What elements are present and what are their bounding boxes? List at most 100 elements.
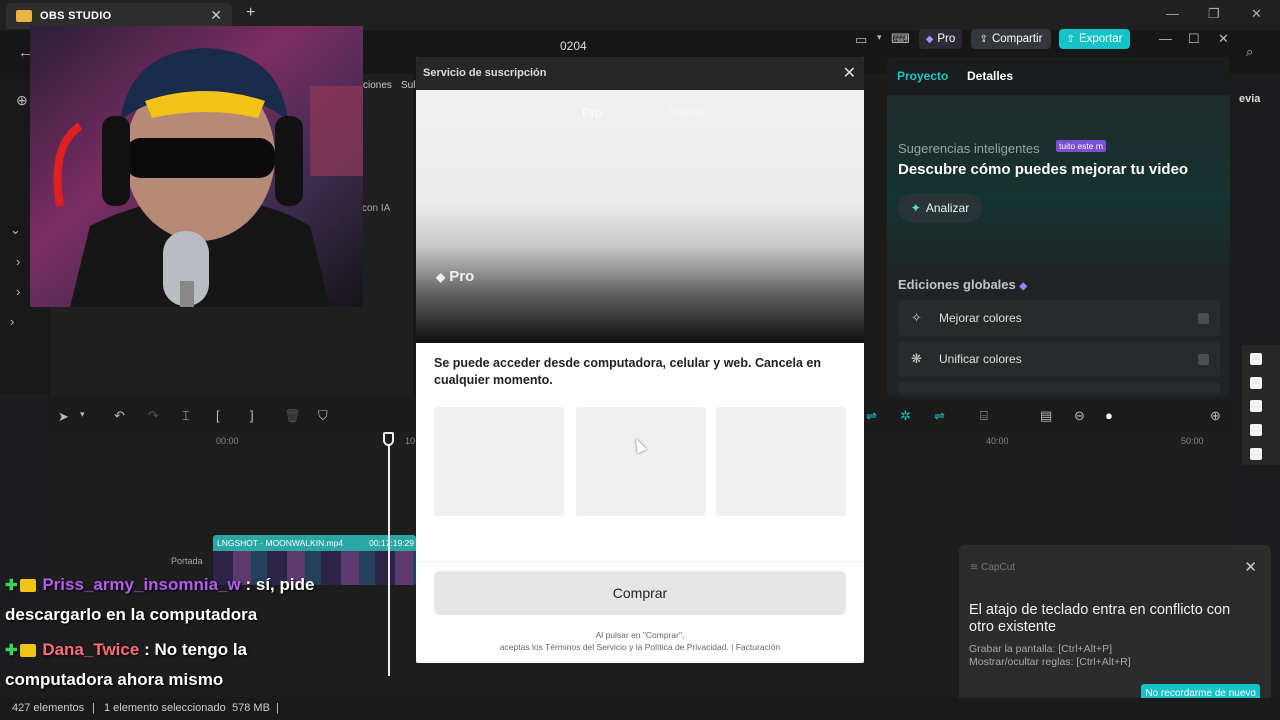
- cc-close-icon[interactable]: ✕: [1218, 31, 1229, 47]
- close-tab-icon[interactable]: ✕: [210, 7, 222, 24]
- close-window-icon[interactable]: ✕: [1251, 6, 1262, 22]
- diamond-icon: ◆: [436, 269, 446, 284]
- hero-tab-teams[interactable]: Teams: [666, 105, 704, 120]
- keyboard-icon[interactable]: ⌨: [891, 31, 910, 47]
- magnet-icon[interactable]: ✲: [900, 408, 911, 424]
- cc-minimize-icon[interactable]: —: [1159, 31, 1172, 46]
- diamond-icon: ◆: [1019, 281, 1028, 292]
- minimize-icon[interactable]: —: [1166, 6, 1179, 21]
- modal-title: Servicio de suscripción: [423, 67, 547, 79]
- zoom-out-icon[interactable]: ⊖: [1074, 408, 1085, 424]
- buy-button[interactable]: Comprar: [434, 571, 846, 615]
- diamond-icon: ◆: [925, 33, 934, 45]
- chat-text: : sí, pide: [245, 575, 315, 594]
- add-icon[interactable]: ⊕: [16, 92, 28, 109]
- ai-partial-label: con IA: [362, 203, 391, 214]
- shield-icon[interactable]: ⛉: [318, 408, 328, 424]
- stream-chat: ✚ Priss_army_insomnia_w : sí, pide desca…: [0, 570, 368, 695]
- ruler-tick: 00:00: [216, 436, 239, 446]
- close-icon[interactable]: ✕: [1244, 558, 1257, 576]
- modal-description: Se puede acceder desde computadora, celu…: [434, 356, 821, 387]
- webcam-feed: [30, 26, 363, 307]
- right-panel-tabs: Proyecto Detalles: [887, 57, 1230, 95]
- share-button[interactable]: ⇪ Compartir: [971, 29, 1051, 49]
- chat-message-continuation: descargarlo en la computadora: [5, 605, 258, 624]
- zoom-slider-icon[interactable]: ●: [1105, 408, 1113, 423]
- close-icon[interactable]: ✕: [843, 63, 856, 83]
- preview-axis-icon[interactable]: ⌸: [980, 408, 988, 424]
- track-toggle[interactable]: [1250, 377, 1262, 389]
- chat-text: : No tengo la: [144, 640, 248, 659]
- plan-option[interactable]: [576, 407, 706, 516]
- suggestions-title: Sugerencias inteligentes: [898, 141, 1040, 156]
- obs-tab-title: OBS STUDIO: [40, 10, 112, 22]
- trim-right-icon[interactable]: ]: [250, 408, 254, 423]
- search-icon[interactable]: ⌕: [1246, 44, 1253, 60]
- track-toggle[interactable]: [1250, 353, 1262, 365]
- split-icon[interactable]: ⌶: [182, 408, 190, 424]
- suggestions-heading: Descubre cómo puedes mejorar tu video: [898, 161, 1189, 178]
- toast-app-name: ≋ CapCut: [970, 562, 1015, 573]
- restore-icon[interactable]: ❐: [1208, 6, 1220, 22]
- edit-checkbox[interactable]: [1198, 354, 1209, 365]
- right-panel: Proyecto Detalles Sugerencias inteligent…: [887, 57, 1230, 397]
- zoom-in-icon[interactable]: ⊕: [1210, 408, 1221, 424]
- new-tab-button[interactable]: +: [246, 4, 255, 22]
- export-button[interactable]: ⇧ Exportar: [1059, 29, 1130, 49]
- redo-icon[interactable]: ↷: [148, 408, 159, 424]
- toast-heading: El atajo de teclado entra en conflicto c…: [969, 602, 1231, 635]
- items-count: 427 elementos: [12, 702, 85, 714]
- chat-username: Dana_Twice: [42, 640, 140, 659]
- snap-icon[interactable]: ⇌: [934, 408, 945, 424]
- select-cursor-icon[interactable]: ➤: [58, 409, 69, 425]
- cover-label[interactable]: Portada: [171, 556, 203, 566]
- toast-line: Grabar la pantalla: [Ctrl+Alt+P]: [969, 643, 1112, 655]
- edit-enhance-colors[interactable]: ✧ Mejorar colores: [898, 300, 1220, 336]
- pro-button[interactable]: ◆ Pro: [919, 29, 962, 49]
- chevron-down-icon[interactable]: ⌄: [10, 222, 21, 238]
- plan-option[interactable]: [434, 407, 564, 516]
- upload-icon: ⇧: [1066, 33, 1075, 45]
- track-toggles: [1242, 345, 1280, 465]
- track-toggle[interactable]: [1250, 424, 1262, 436]
- link-icon[interactable]: ⇌: [866, 408, 877, 424]
- crown-badge-icon: [19, 579, 36, 593]
- palette-icon: ❋: [911, 351, 922, 366]
- tab-partial-2[interactable]: Sul: [401, 80, 415, 91]
- delete-icon[interactable]: 🗑: [284, 408, 301, 424]
- partial-right-label: evia: [1239, 93, 1261, 105]
- tab-details[interactable]: Detalles: [967, 69, 1013, 83]
- tab-partial-1[interactable]: ciones: [363, 80, 392, 91]
- project-title: 0204: [560, 39, 587, 53]
- plan-option[interactable]: [716, 407, 846, 516]
- track-toggle[interactable]: [1250, 400, 1262, 412]
- edit-unify-colors[interactable]: ❋ Unificar colores: [898, 341, 1220, 377]
- chevron-right-icon[interactable]: ›: [16, 284, 20, 299]
- ruler-tick: 40:00: [986, 436, 1009, 446]
- magic-wand-icon: ✧: [911, 310, 922, 325]
- playhead-handle[interactable]: [383, 432, 394, 446]
- trim-left-icon[interactable]: [: [216, 408, 220, 423]
- playhead[interactable]: [388, 432, 390, 676]
- toast-line: Mostrar/ocultar reglas: [Ctrl+Alt+R]: [969, 656, 1131, 668]
- share-label: Compartir: [991, 33, 1043, 45]
- undo-icon[interactable]: ↶: [114, 408, 125, 424]
- chevron-down-icon[interactable]: ▾: [80, 409, 85, 420]
- ruler-tick: 10: [405, 436, 416, 446]
- track-toggle[interactable]: [1250, 448, 1262, 460]
- cc-maximize-icon[interactable]: ☐: [1188, 31, 1200, 47]
- analyze-button[interactable]: ✦ Analizar: [898, 194, 982, 222]
- chevron-down-icon[interactable]: ▾: [877, 32, 882, 43]
- tab-project[interactable]: Proyecto: [897, 69, 948, 83]
- layout-icon[interactable]: ▭: [855, 32, 867, 48]
- hero-pro-label: Pro: [449, 268, 475, 285]
- subtitle-icon[interactable]: ▤: [1040, 408, 1052, 424]
- selected-size: 578 MB: [232, 702, 270, 714]
- clip-filename: LNGSHOT - MOONWALKIN.mp4: [217, 538, 344, 548]
- hero-tab-pro[interactable]: Pro: [582, 105, 602, 120]
- legal-line-2[interactable]: aceptas los Términos del Servicio y la P…: [416, 641, 864, 653]
- chevron-right-icon[interactable]: ›: [16, 254, 20, 269]
- chevron-right-icon[interactable]: ›: [10, 314, 14, 329]
- chat-message: ✚ Priss_army_insomnia_w : sí, pide: [5, 575, 314, 595]
- edit-checkbox[interactable]: [1198, 313, 1209, 324]
